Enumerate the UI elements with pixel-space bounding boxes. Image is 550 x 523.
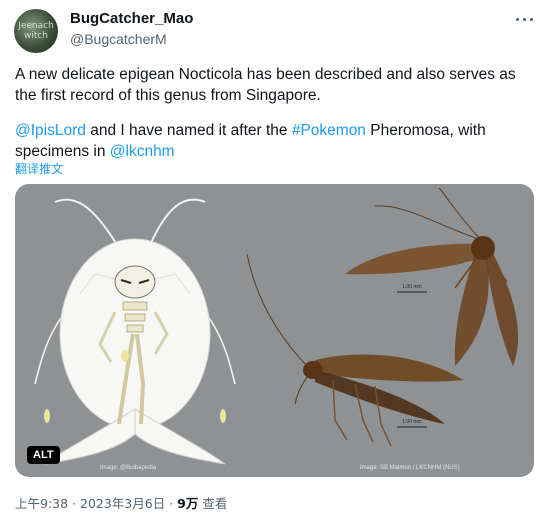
author-handle[interactable]: @BugcatcherM xyxy=(70,31,167,47)
tweet-meta: 上午9:38 · 2023年3月6日 · 9万 查看 xyxy=(15,493,227,512)
avatar-text: Jeenach witch xyxy=(18,21,54,41)
mention-link[interactable]: @IpisLord xyxy=(15,122,86,139)
scale-label-bottom: 1.00 mm xyxy=(402,419,421,425)
media-illustration: 1.00 mm 1.00 mm xyxy=(34,187,519,465)
hashtag-link[interactable]: #Pokemon xyxy=(292,122,366,139)
more-options-icon[interactable] xyxy=(516,10,534,28)
translate-tweet-link[interactable]: 翻译推文 xyxy=(15,160,63,177)
image-credit-right: Image: SB Maimon / LKCNHM (NUS) xyxy=(360,465,460,471)
tweet-paragraph-2: @IpisLord and I have named it after the … xyxy=(15,120,535,162)
scale-label-top: 1.00 mm xyxy=(402,284,421,290)
meta-separator: · xyxy=(165,496,178,511)
mention-link[interactable]: @lkcnhm xyxy=(110,143,175,160)
avatar[interactable]: Jeenach witch xyxy=(14,9,58,53)
tweet-text: A new delicate epigean Nocticola has bee… xyxy=(15,64,535,162)
specimen-top: 1.00 mm xyxy=(345,187,519,366)
tweet-media[interactable]: 1.00 mm 1.00 mm ALT Image: @Bulbapedia I… xyxy=(15,184,534,477)
views-count: 9万 xyxy=(177,496,199,511)
tweet-paragraph-1: A new delicate epigean Nocticola has bee… xyxy=(15,66,516,104)
meta-separator: · xyxy=(68,496,80,511)
tweet-date[interactable]: 2023年3月6日 xyxy=(80,496,165,511)
alt-text-badge[interactable]: ALT xyxy=(27,446,60,464)
pheromosa-illustration xyxy=(34,198,236,465)
tweet-time[interactable]: 上午9:38 xyxy=(15,496,68,511)
views-label: 查看 xyxy=(198,496,228,511)
image-credit-left: Image: @Bulbapedia xyxy=(100,465,157,471)
tweet-text-segment: and I have named it after the xyxy=(85,122,292,139)
specimen-bottom: 1.00 mm xyxy=(246,253,463,447)
author-display-name[interactable]: BugCatcher_Mao xyxy=(70,10,193,27)
